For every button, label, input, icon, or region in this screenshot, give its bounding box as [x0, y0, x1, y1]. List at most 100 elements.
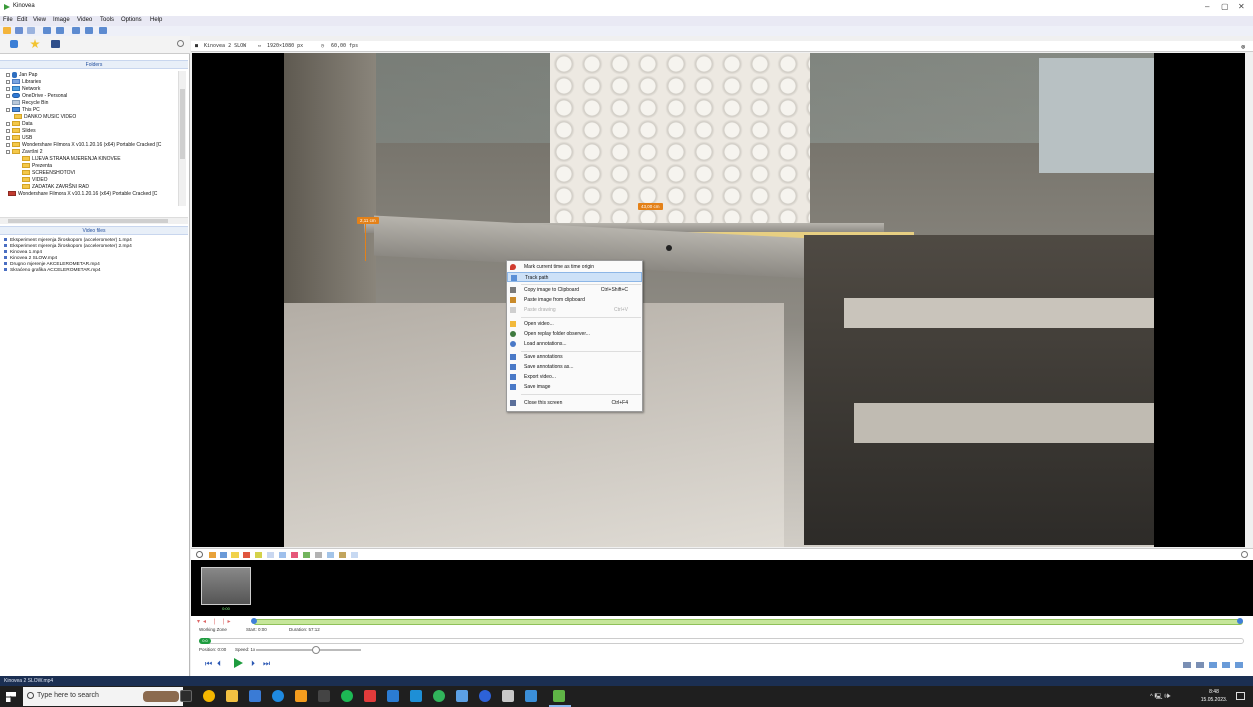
menu-item-load-annotations[interactable]: Load annotations...: [507, 339, 642, 349]
dual-capture-icon[interactable]: [56, 27, 64, 34]
whatsapp-icon[interactable]: [433, 690, 445, 702]
key-image-icon[interactable]: [209, 552, 216, 558]
color-tool-icon[interactable]: [339, 552, 346, 558]
expand-icon[interactable]: [6, 72, 10, 77]
expand-icon[interactable]: [6, 135, 10, 140]
open-folder-icon[interactable]: [3, 27, 11, 34]
maximize-button[interactable]: ▢: [1221, 2, 1229, 11]
system-tray-icons[interactable]: ^ 🖳 🕪: [1150, 692, 1171, 702]
task-view-icon[interactable]: [180, 690, 192, 702]
office-icon[interactable]: [364, 690, 376, 702]
more-tools-icon[interactable]: [351, 552, 358, 558]
menu-edit[interactable]: Edit: [17, 17, 27, 23]
tree-item[interactable]: Wondershare Filmora X v10.1.20.16 (x64) …: [8, 190, 157, 198]
export-video-icon[interactable]: [1209, 662, 1217, 668]
expand-icon[interactable]: [6, 107, 10, 112]
expand-icon[interactable]: [6, 93, 10, 98]
expand-icon[interactable]: [6, 142, 10, 147]
menu-file[interactable]: File: [3, 17, 13, 23]
close-button[interactable]: ✕: [1238, 2, 1245, 11]
previous-frame-button[interactable]: ⏴: [217, 660, 221, 668]
drawing-settings-icon[interactable]: [1241, 551, 1248, 558]
video-viewport[interactable]: 2,11 cm 43,00 cm: [192, 53, 1245, 547]
menu-item-copy-image[interactable]: Copy image to Clipboard Ctrl+Shift+C: [507, 285, 642, 295]
position-badge[interactable]: 0:0: [199, 638, 211, 644]
menu-item-save-image[interactable]: Save image: [507, 382, 642, 392]
snapshot-icon[interactable]: [1183, 662, 1191, 668]
text-tool-icon[interactable]: [231, 552, 239, 558]
measure-label-center[interactable]: 43,00 cm: [638, 203, 663, 210]
sticky-notes-icon[interactable]: [295, 690, 307, 702]
menu-tools[interactable]: Tools: [100, 17, 114, 23]
working-zone-buttons[interactable]: ▾◂ | |▸: [197, 618, 257, 625]
angle-tool-icon[interactable]: [303, 552, 310, 558]
folder-tree-scrollbar[interactable]: [178, 71, 186, 206]
close-screen-icon[interactable]: ⊗: [1241, 43, 1245, 51]
first-frame-button[interactable]: ⏮: [205, 660, 212, 668]
calculator-app-icon[interactable]: [318, 690, 330, 702]
browser-icon[interactable]: [99, 27, 107, 34]
export-paused-video-icon[interactable]: [1235, 662, 1243, 668]
screen-icon[interactable]: [85, 27, 93, 34]
speed-slider[interactable]: [256, 649, 361, 651]
file-explorer-icon[interactable]: [226, 690, 238, 702]
measure-label-left[interactable]: 2,11 cm: [357, 217, 379, 224]
menu-item-export-video[interactable]: Export video...: [507, 372, 642, 382]
paint-icon[interactable]: [502, 690, 514, 702]
arrow-tool-icon[interactable]: [279, 552, 286, 558]
expand-icon[interactable]: [6, 149, 10, 154]
menu-item-track-path[interactable]: Track path: [507, 272, 642, 282]
dual-view-icon[interactable]: [27, 27, 35, 34]
capture-icon[interactable]: [43, 27, 51, 34]
menu-item-save-annotations[interactable]: Save annotations: [507, 352, 642, 362]
export-slideshow-icon[interactable]: [1222, 662, 1230, 668]
clock-time[interactable]: 8:48: [1200, 689, 1228, 695]
line-tool-icon[interactable]: [267, 552, 274, 558]
explorer-tab-icon[interactable]: [10, 40, 18, 48]
menu-item-open-video[interactable]: Open video...: [507, 319, 642, 329]
position-track[interactable]: [199, 638, 1244, 644]
scroll-thumb[interactable]: [180, 89, 185, 159]
edge-icon[interactable]: [272, 690, 284, 702]
working-zone-bar[interactable]: [253, 619, 1243, 625]
pencil-tool-icon[interactable]: [243, 552, 250, 558]
zoom-icon[interactable]: [479, 690, 491, 702]
hscroll-thumb[interactable]: [8, 219, 168, 223]
menu-item-paste-image[interactable]: Paste image from clipboard: [507, 295, 642, 305]
expand-icon[interactable]: [6, 79, 10, 84]
menu-item-mark-time-origin[interactable]: Mark current time as time origin: [507, 262, 642, 272]
calculator-icon[interactable]: [249, 690, 261, 702]
expand-icon[interactable]: [6, 121, 10, 126]
spotify-icon[interactable]: [341, 690, 353, 702]
list-item[interactable]: Skraćeno grafika ACCELEROMETAR.mp4: [4, 268, 101, 274]
menu-help[interactable]: Help: [150, 17, 162, 23]
next-frame-button[interactable]: ⏵: [251, 660, 255, 668]
magnifier-tool-icon[interactable]: [327, 552, 334, 558]
expand-icon[interactable]: [6, 86, 10, 91]
menu-item-open-replay-observer[interactable]: Open replay folder observer...: [507, 329, 642, 339]
telegram-icon[interactable]: [410, 690, 422, 702]
sequence-snapshot-icon[interactable]: [1196, 662, 1204, 668]
replay-observer-icon[interactable]: [72, 27, 80, 34]
word-icon[interactable]: [387, 690, 399, 702]
chrono-tool-icon[interactable]: [315, 552, 322, 558]
menu-options[interactable]: Options: [121, 17, 142, 23]
menu-item-save-annotations-as[interactable]: Save annotations as...: [507, 362, 642, 372]
notifications-icon[interactable]: [1236, 692, 1245, 700]
speed-slider-handle[interactable]: [312, 646, 320, 654]
play-button[interactable]: [234, 658, 243, 668]
last-frame-button[interactable]: ⏭: [263, 660, 270, 668]
menu-image[interactable]: Image: [53, 17, 70, 23]
taskbar-search-box[interactable]: Type here to search: [23, 687, 183, 706]
menu-video[interactable]: Video: [77, 17, 92, 23]
menu-item-close-screen[interactable]: Close this screen Ctrl+F4: [507, 398, 642, 408]
camera-tab-icon[interactable]: [51, 40, 60, 48]
windows-start-icon[interactable]: [6, 692, 16, 702]
video-frame[interactable]: 2,11 cm 43,00 cm: [284, 53, 1154, 547]
pointer-tool-icon[interactable]: [196, 551, 203, 558]
kinovea-taskbar-icon[interactable]: [553, 690, 565, 702]
cross-tool-icon[interactable]: [291, 552, 298, 558]
photos-icon[interactable]: [456, 690, 468, 702]
zone-start-handle[interactable]: [251, 618, 257, 624]
minimize-button[interactable]: –: [1205, 2, 1209, 11]
